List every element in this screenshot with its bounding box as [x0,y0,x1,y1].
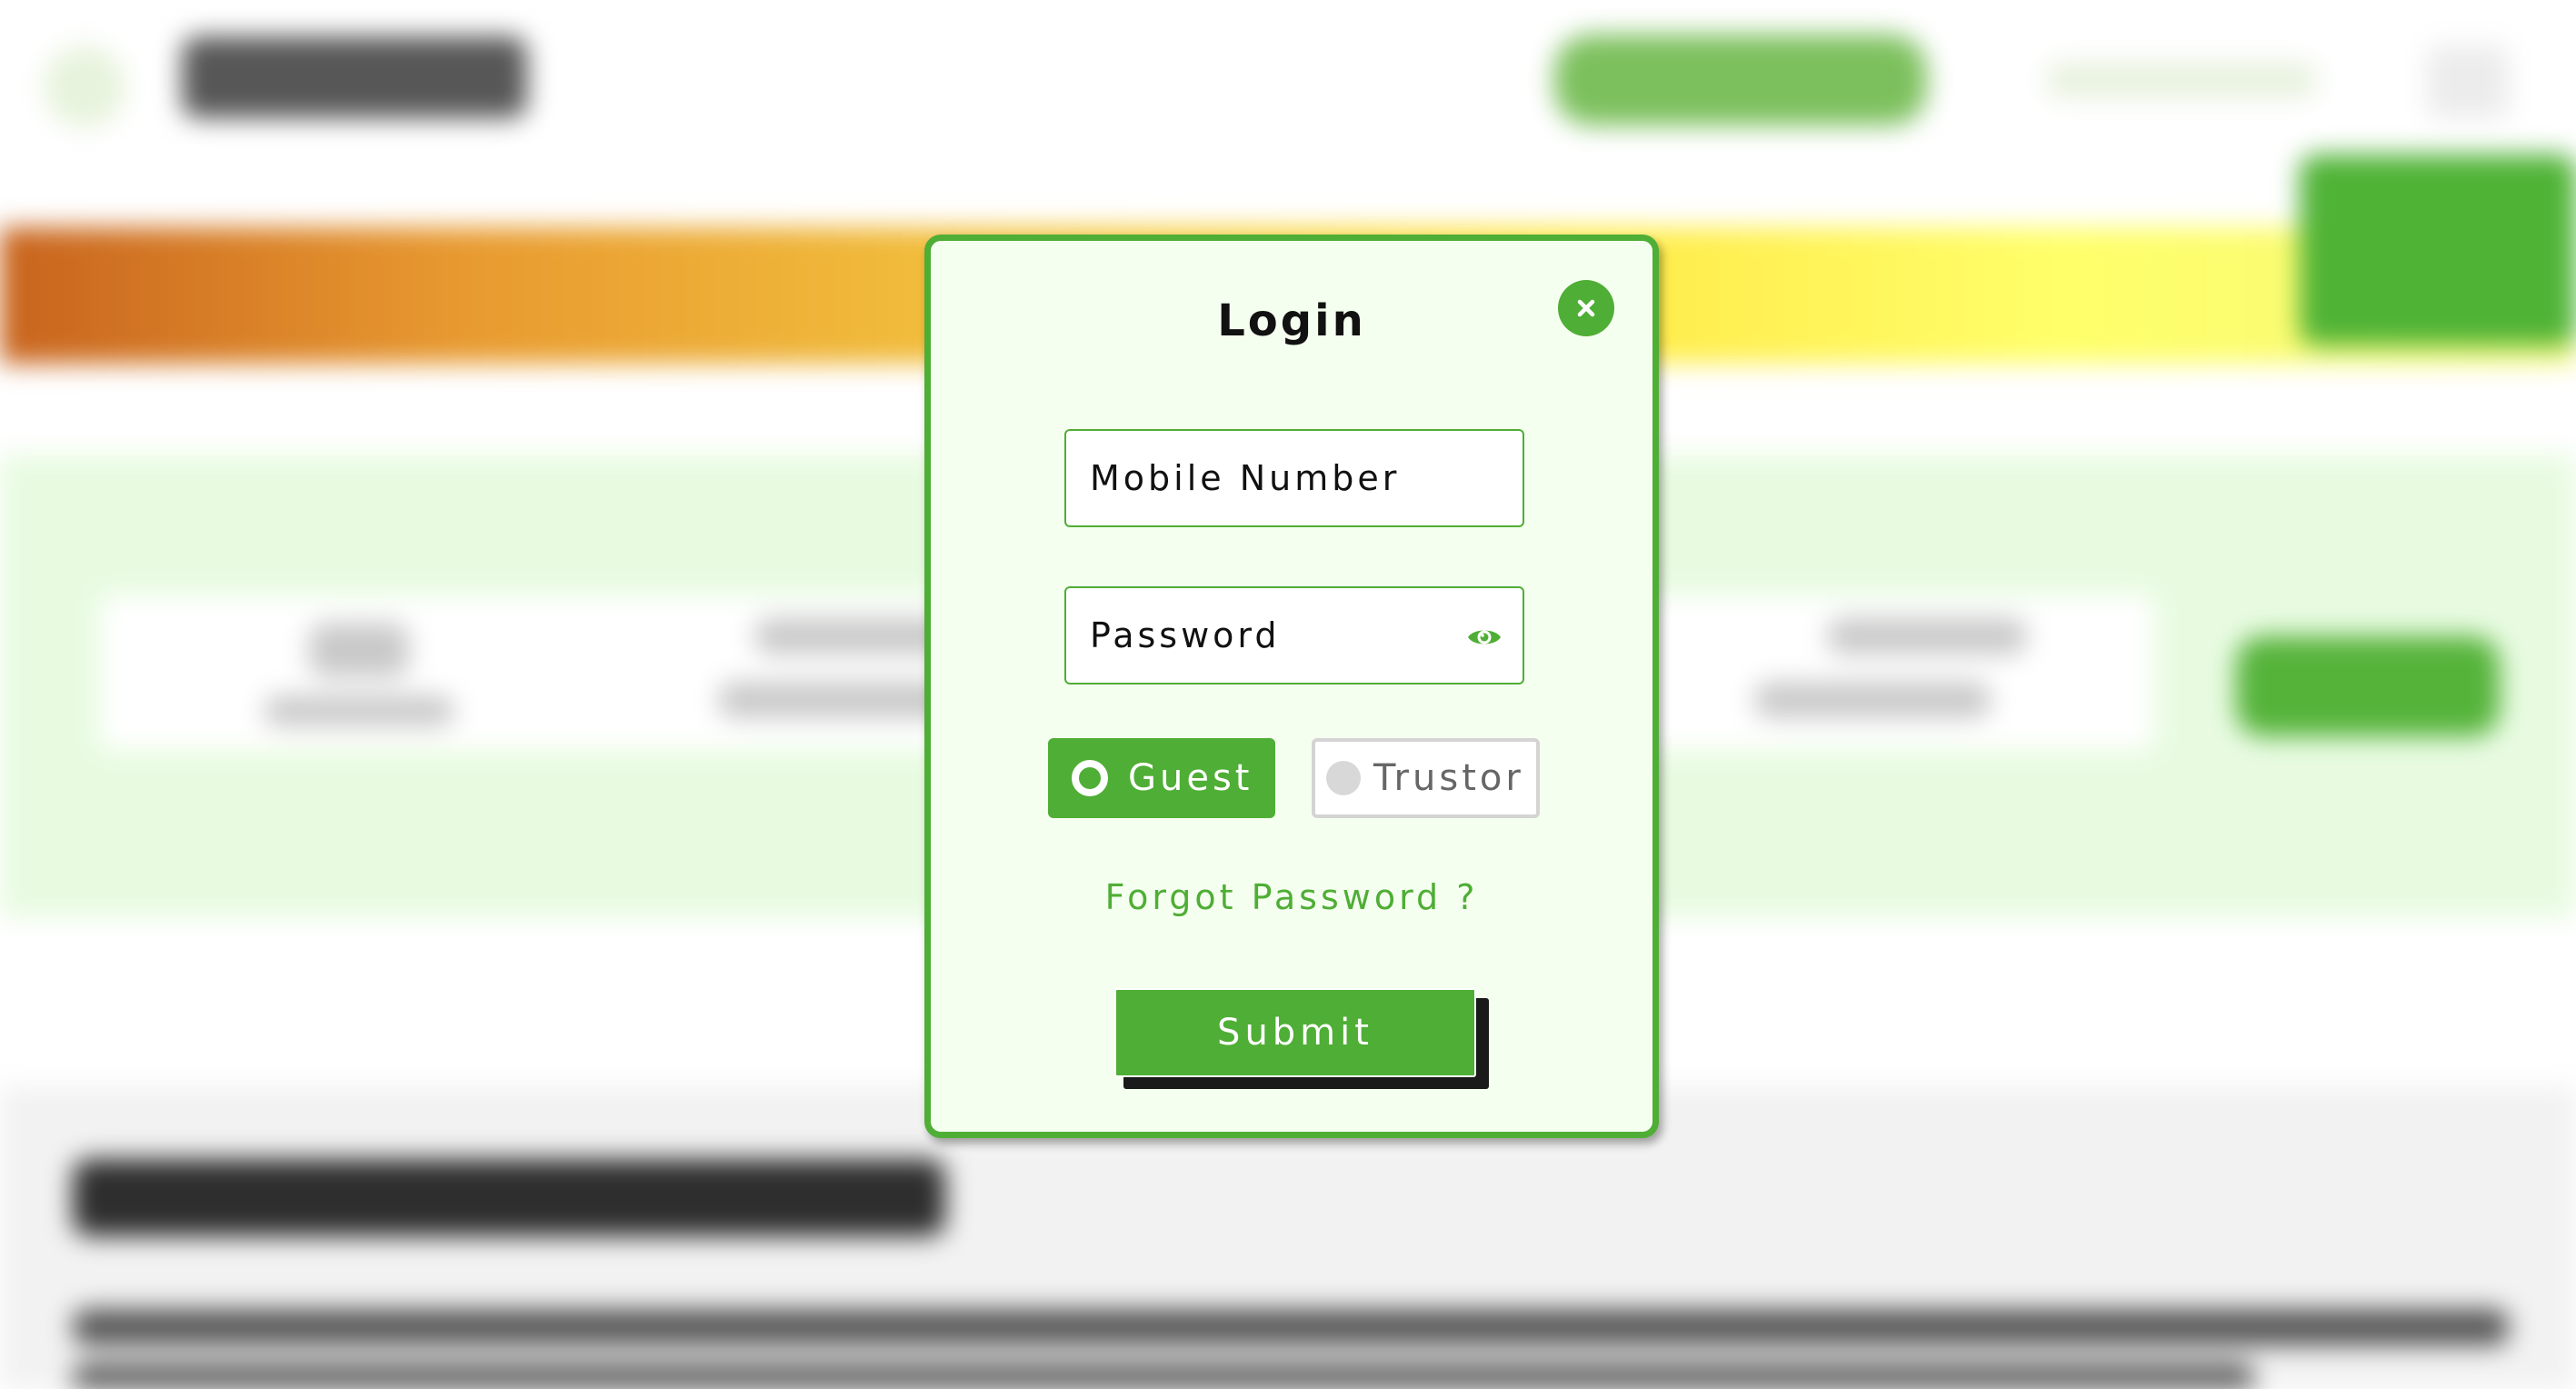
password-field-wrapper [1064,586,1524,685]
background-search-button [2236,636,2500,736]
mobile-number-input[interactable] [1066,431,1523,525]
radio-selected-icon [1072,760,1108,796]
modal-title: Login [1217,295,1366,346]
background-search-text [1827,618,2027,655]
role-option-label: Trustor [1373,757,1524,799]
background-header [0,0,2576,159]
background-header-button [1554,35,1927,125]
background-search-text [264,695,454,726]
background-section-heading [73,1159,945,1236]
background-search-icon [309,623,409,677]
password-visibility-toggle[interactable] [1463,615,1506,659]
background-paragraph-line [73,1309,2509,1345]
role-option-label: Guest [1128,757,1253,799]
forgot-password-link[interactable]: Forgot Password ? [931,877,1652,917]
background-paragraph-line [73,1364,2254,1389]
background-search-text [1754,682,1991,718]
password-input[interactable] [1066,588,1523,683]
eye-icon [1468,630,1501,645]
close-icon [1577,299,1595,317]
close-button[interactable] [1558,280,1614,336]
radio-unselected-icon [1326,761,1361,795]
role-option-trustor[interactable]: Trustor [1312,738,1540,818]
submit-button[interactable]: Submit [1114,988,1476,1077]
background-nav-link [2045,62,2318,98]
background-banner-badge [2300,155,2576,345]
login-modal: Login Guest Trustor Forgot Password ? Su… [924,235,1659,1138]
background-logo-icon [44,45,125,127]
background-logo-wordmark [182,36,527,118]
background-menu-icon [2427,45,2509,118]
role-option-guest[interactable]: Guest [1048,738,1275,818]
mobile-number-field-wrapper [1064,429,1524,527]
